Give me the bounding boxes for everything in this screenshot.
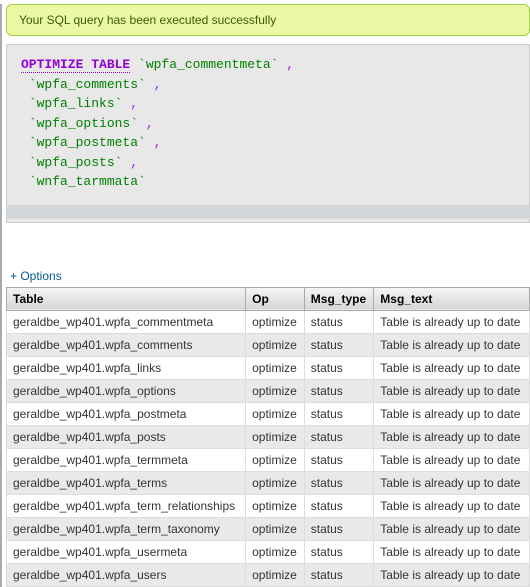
table-cell: optimize bbox=[246, 310, 305, 333]
table-cell: geraldbe_wp401.wpfa_options bbox=[7, 379, 246, 402]
table-cell: status bbox=[304, 402, 374, 425]
table-cell: geraldbe_wp401.wpfa_termmeta bbox=[7, 448, 246, 471]
table-cell: geraldbe_wp401.wpfa_comments bbox=[7, 333, 246, 356]
table-cell: geraldbe_wp401.wpfa_term_relationships bbox=[7, 494, 246, 517]
table-cell: status bbox=[304, 563, 374, 586]
table-cell: Table is already up to date bbox=[374, 448, 530, 471]
table-cell: Table is already up to date bbox=[374, 402, 530, 425]
table-cell: status bbox=[304, 471, 374, 494]
table-cell: optimize bbox=[246, 471, 305, 494]
sql-panel-gap bbox=[6, 205, 530, 219]
table-row[interactable]: geraldbe_wp401.wpfa_term_relationshipsop… bbox=[7, 494, 530, 517]
table-cell: Table is already up to date bbox=[374, 517, 530, 540]
table-cell: geraldbe_wp401.wpfa_terms bbox=[7, 471, 246, 494]
table-row[interactable]: geraldbe_wp401.wpfa_postsoptimizestatusT… bbox=[7, 425, 530, 448]
table-cell: optimize bbox=[246, 356, 305, 379]
table-cell: optimize bbox=[246, 540, 305, 563]
table-cell: Table is already up to date bbox=[374, 563, 530, 586]
success-banner: Your SQL query has been executed success… bbox=[6, 4, 530, 36]
column-header[interactable]: Msg_text bbox=[374, 287, 530, 310]
table-cell: status bbox=[304, 540, 374, 563]
table-row[interactable]: geraldbe_wp401.wpfa_commentmetaoptimizes… bbox=[7, 310, 530, 333]
success-message: Your SQL query has been executed success… bbox=[19, 13, 276, 27]
table-cell: Table is already up to date bbox=[374, 540, 530, 563]
table-cell: status bbox=[304, 494, 374, 517]
table-cell: Table is already up to date bbox=[374, 425, 530, 448]
table-cell: optimize bbox=[246, 448, 305, 471]
table-cell: status bbox=[304, 379, 374, 402]
table-row[interactable]: geraldbe_wp401.wpfa_termmetaoptimizestat… bbox=[7, 448, 530, 471]
table-cell: optimize bbox=[246, 379, 305, 402]
table-cell: status bbox=[304, 356, 374, 379]
table-cell: Table is already up to date bbox=[374, 494, 530, 517]
table-cell: status bbox=[304, 517, 374, 540]
column-header[interactable]: Msg_type bbox=[304, 287, 374, 310]
table-cell: optimize bbox=[246, 425, 305, 448]
table-cell: Table is already up to date bbox=[374, 333, 530, 356]
results-table: TableOpMsg_typeMsg_text geraldbe_wp401.w… bbox=[6, 287, 530, 587]
table-row[interactable]: geraldbe_wp401.wpfa_term_taxonomyoptimiz… bbox=[7, 517, 530, 540]
sql-keyword: OPTIMIZE TABLE bbox=[21, 57, 130, 73]
options-toggle[interactable]: + Options bbox=[10, 269, 530, 283]
table-row[interactable]: geraldbe_wp401.wpfa_usermetaoptimizestat… bbox=[7, 540, 530, 563]
table-cell: geraldbe_wp401.wpfa_usermeta bbox=[7, 540, 246, 563]
table-cell: optimize bbox=[246, 494, 305, 517]
table-row[interactable]: geraldbe_wp401.wpfa_optionsoptimizestatu… bbox=[7, 379, 530, 402]
table-cell: geraldbe_wp401.wpfa_links bbox=[7, 356, 246, 379]
table-cell: optimize bbox=[246, 563, 305, 586]
table-row[interactable]: geraldbe_wp401.wpfa_postmetaoptimizestat… bbox=[7, 402, 530, 425]
table-row[interactable]: geraldbe_wp401.wpfa_usersoptimizestatusT… bbox=[7, 563, 530, 586]
table-cell: status bbox=[304, 333, 374, 356]
column-header[interactable]: Table bbox=[7, 287, 246, 310]
table-cell: optimize bbox=[246, 517, 305, 540]
table-cell: geraldbe_wp401.wpfa_posts bbox=[7, 425, 246, 448]
column-header[interactable]: Op bbox=[246, 287, 305, 310]
options-label: + Options bbox=[10, 269, 62, 283]
table-cell: optimize bbox=[246, 333, 305, 356]
table-cell: Table is already up to date bbox=[374, 356, 530, 379]
table-cell: status bbox=[304, 310, 374, 333]
table-cell: geraldbe_wp401.wpfa_commentmeta bbox=[7, 310, 246, 333]
table-row[interactable]: geraldbe_wp401.wpfa_linksoptimizestatusT… bbox=[7, 356, 530, 379]
sql-query-panel: OPTIMIZE TABLE `wpfa_commentmeta` , `wpf… bbox=[6, 44, 530, 223]
table-cell: Table is already up to date bbox=[374, 471, 530, 494]
table-cell: Table is already up to date bbox=[374, 379, 530, 402]
table-row[interactable]: geraldbe_wp401.wpfa_termsoptimizestatusT… bbox=[7, 471, 530, 494]
table-cell: status bbox=[304, 448, 374, 471]
table-row[interactable]: geraldbe_wp401.wpfa_commentsoptimizestat… bbox=[7, 333, 530, 356]
table-cell: geraldbe_wp401.wpfa_term_taxonomy bbox=[7, 517, 246, 540]
table-cell: Table is already up to date bbox=[374, 310, 530, 333]
table-cell: status bbox=[304, 425, 374, 448]
table-cell: geraldbe_wp401.wpfa_postmeta bbox=[7, 402, 246, 425]
table-cell: geraldbe_wp401.wpfa_users bbox=[7, 563, 246, 586]
table-cell: optimize bbox=[246, 402, 305, 425]
